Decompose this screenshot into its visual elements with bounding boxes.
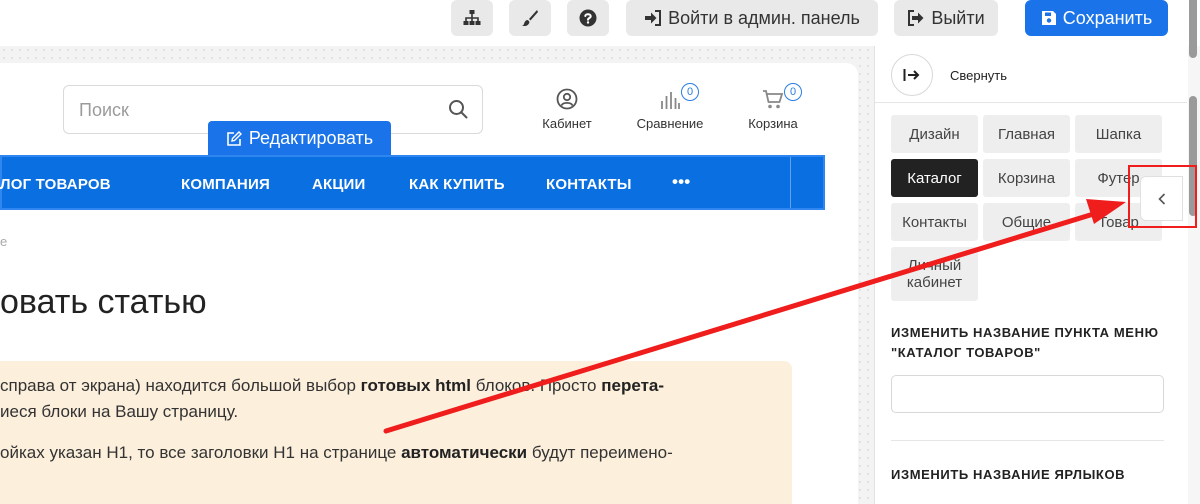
tab-general[interactable]: Общие <box>983 203 1070 241</box>
search-icon <box>449 100 468 119</box>
help-button[interactable] <box>567 0 609 36</box>
nav-item-catalog[interactable]: ЛОГ ТОВАРОВ <box>0 176 111 193</box>
nav-divider <box>790 157 791 208</box>
nav-item-contacts[interactable]: КОНТАКТЫ <box>546 176 632 193</box>
nav-item-sales[interactable]: АКЦИИ <box>312 176 366 193</box>
notice-line-2: иеся блоки на Вашу страницу. <box>0 402 239 421</box>
header-compare-label: Сравнение <box>636 116 704 131</box>
tab-catalog[interactable]: Каталог <box>891 159 978 197</box>
logout-button[interactable]: Выйти <box>894 0 998 36</box>
page-title: овать статью <box>0 283 207 321</box>
brush-icon <box>522 10 538 27</box>
tab-cart[interactable]: Корзина <box>983 159 1070 197</box>
tab-personal-account[interactable]: Личный кабинет <box>891 247 978 301</box>
notice-line-1: справа от экрана) находится большой выбо… <box>0 376 665 395</box>
section-divider <box>891 440 1164 441</box>
nav-more-button[interactable]: ••• <box>672 172 690 192</box>
admin-panel-label: Войти в админ. панель <box>668 7 860 28</box>
nav-item-how-to-buy[interactable]: КАК КУПИТЬ <box>409 176 505 193</box>
tab-design[interactable]: Дизайн <box>891 115 978 153</box>
sign-out-icon <box>908 10 924 26</box>
collapse-arrow-icon <box>903 69 920 81</box>
search-placeholder: Поиск <box>79 100 129 120</box>
tab-contacts[interactable]: Контакты <box>891 203 978 241</box>
settings-panel: Свернуть Дизайн Главная Шапка Каталог Ко… <box>874 46 1200 504</box>
logout-label: Выйти <box>931 7 985 28</box>
breadcrumb[interactable]: е <box>0 234 7 249</box>
header-account-label: Кабинет <box>542 116 592 131</box>
catalog-menu-name-input[interactable] <box>891 375 1164 413</box>
section-title-catalog-menu: ИЗМЕНИТЬ НАЗВАНИЕ ПУНКТА МЕНЮ "КАТАЛОГ Т… <box>891 325 1159 360</box>
header-cart[interactable]: 0 Корзина <box>742 83 804 131</box>
save-label: Сохранить <box>1062 7 1153 28</box>
section-title-labels: ИЗМЕНИТЬ НАЗВАНИЕ ЯРЛЫКОВ <box>891 467 1126 482</box>
save-icon <box>1041 11 1056 25</box>
admin-panel-button[interactable]: Войти в админ. панель <box>626 0 878 36</box>
header-cart-label: Корзина <box>748 116 798 131</box>
collapse-label: Свернуть <box>950 68 1008 83</box>
structure-button[interactable] <box>451 0 493 36</box>
header-account[interactable]: Кабинет <box>537 88 597 131</box>
sitemap-icon <box>463 10 481 25</box>
compare-count-badge: 0 <box>681 83 699 101</box>
page-scrollbar-thumb[interactable] <box>1189 0 1197 58</box>
sign-in-icon <box>645 10 662 26</box>
question-circle-icon <box>579 9 597 27</box>
header-compare[interactable]: 0 Сравнение <box>629 83 711 131</box>
edit-block-label: Редактировать <box>248 128 374 148</box>
collapse-row: Свернуть <box>875 46 1187 103</box>
edit-block-button[interactable]: Редактировать <box>208 121 391 156</box>
notice-line-3: ойках указан H1, то все заголовки H1 на … <box>0 443 673 462</box>
nav-item-company[interactable]: КОМПАНИЯ <box>181 176 270 193</box>
cart-count-badge: 0 <box>784 83 802 101</box>
bar-chart-icon <box>661 92 680 109</box>
edit-icon <box>227 130 242 146</box>
save-button[interactable]: Сохранить <box>1025 0 1168 36</box>
cart-icon <box>763 90 784 109</box>
collapse-panel-button[interactable] <box>891 54 933 96</box>
annotation-highlight-box <box>1128 165 1197 228</box>
tab-header[interactable]: Шапка <box>1075 115 1162 153</box>
site-main-nav: ЛОГ ТОВАРОВ КОМПАНИЯ АКЦИИ КАК КУПИТЬ КО… <box>0 155 825 210</box>
design-brush-button[interactable] <box>509 0 551 36</box>
admin-toolbar: Войти в админ. панель Выйти Сохранить <box>0 0 1200 46</box>
user-circle-icon <box>556 88 578 110</box>
info-notice: справа от экрана) находится большой выбо… <box>0 361 792 504</box>
tab-main[interactable]: Главная <box>983 115 1070 153</box>
